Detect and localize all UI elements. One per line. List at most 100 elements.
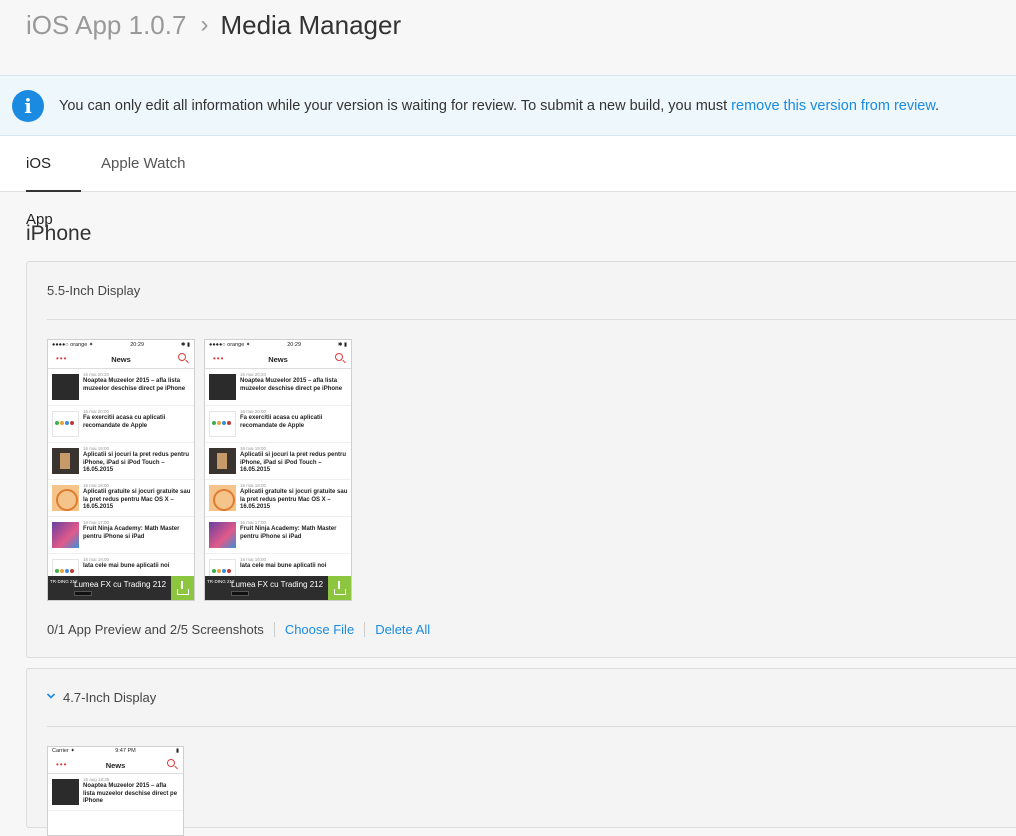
status-carrier: Carrier ✦ (52, 748, 75, 754)
download-icon (328, 576, 351, 600)
news-thumbnail (52, 779, 79, 805)
banner-suffix: . (935, 97, 940, 114)
list-item: 16 mai 19:00 Aplicatii si jocuri la pret … (48, 443, 194, 480)
news-title: Noaptea Muzeelor 2015 – afla lista muzee… (83, 783, 178, 804)
news-date: 16 aug 19:35 (83, 777, 110, 782)
panel-4-7-inch-display: 4.7-Inch Display Carrier ✦ 9:47 PM ▮ •••… (26, 668, 1016, 836)
footer-divider (364, 621, 366, 637)
news-date: 16 mai 16:00 (83, 557, 110, 562)
ad-text: Lumea FX cu Trading 212 (231, 580, 324, 589)
status-time: 20:29 (287, 341, 301, 348)
page-title: Media Manager (220, 9, 402, 40)
status-time: 20:29 (130, 341, 144, 348)
breadcrumb-parent[interactable]: iOS App 1.0.7 (26, 10, 186, 41)
news-thumbnail (52, 485, 79, 511)
info-icon: i (12, 89, 44, 122)
news-title: Fa exercitii acasa cu aplicatii recomand… (240, 415, 323, 429)
news-thumbnail (209, 448, 236, 474)
news-title: Fa exercitii acasa cu aplicatii recomand… (83, 415, 166, 429)
news-date: 16 mai 20:20 (240, 372, 267, 377)
panel-footer: 0/1 App Preview and 2/5 Screenshots Choo… (47, 620, 430, 638)
list-item: 16 mai 19:00 Aplicatii si jocuri la pret … (205, 443, 351, 480)
info-banner: i You can only edit all information whil… (0, 75, 1016, 136)
news-date: 16 mai 18:00 (83, 483, 110, 488)
search-icon (335, 353, 343, 361)
status-battery: ✱ ▮ (337, 341, 347, 348)
delete-all-button[interactable]: Delete All (375, 622, 430, 637)
news-thumbnail (52, 522, 79, 548)
chevron-down-icon[interactable] (46, 691, 56, 701)
tab-ios-app[interactable]: iOS App (26, 136, 81, 228)
news-title: Noaptea Muzeelor 2015 – afla lista muzee… (240, 378, 343, 392)
news-thumbnail (52, 448, 79, 474)
news-thumbnail (209, 485, 236, 511)
news-title: Aplicatii si jocuri la pret redus pentru… (240, 452, 347, 473)
app-navbar: ••• News (205, 349, 351, 369)
news-title: Iata cele mai bune aplicatii noi (240, 563, 327, 569)
panel-divider (47, 319, 1016, 320)
media-count: 0/1 App Preview and 2/5 Screenshots (47, 621, 264, 637)
status-time: 9:47 PM (115, 748, 136, 754)
news-title: Aplicatii si jocuri la pret redus pentru… (83, 452, 190, 473)
news-date: 16 mai 19:00 (83, 446, 110, 451)
news-date: 16 mai 20:00 (83, 409, 110, 414)
status-bar: Carrier ✦ 9:47 PM ▮ (48, 747, 183, 755)
news-title: Fruit Ninja Academy: Math Master pentru … (240, 526, 337, 540)
list-item: 16 mai 20:00 Fa exercitii acasa cu aplica… (48, 406, 194, 443)
panel-5-5-inch-display: 5.5-Inch Display ●●●●○ orange ✦ 20:29 ✱ … (26, 261, 1016, 658)
banner-text: You can only edit all information while … (59, 98, 939, 114)
search-icon (178, 353, 186, 361)
app-store-badge-icon (74, 591, 92, 596)
screenshot-thumbnail[interactable]: ●●●●○ orange ✦ 20:29 ✱ ▮ ••• News 16 mai… (47, 339, 195, 601)
news-date: 16 mai 20:00 (240, 409, 267, 414)
ad-banner: TR·DING 212 Lumea FX cu Trading 212 (48, 576, 194, 600)
app-navbar: ••• News (48, 349, 194, 369)
app-nav-title: News (111, 355, 131, 364)
news-date: 16 mai 17:00 (83, 520, 110, 525)
news-thumbnail (52, 374, 79, 400)
choose-file-button[interactable]: Choose File (285, 622, 354, 637)
news-date: 16 mai 19:00 (240, 446, 267, 451)
list-item: 16 mai 18:00 Aplicatii gratuite si jocuri… (48, 480, 194, 517)
news-title: Aplicatii gratuite si jocuri gratuite sa… (240, 489, 348, 510)
remove-from-review-link[interactable]: remove this version from review (731, 98, 935, 114)
panel-divider (47, 726, 1016, 727)
list-item: 16 aug 19:35 Noaptea Muzeelor 2015 – afl… (48, 774, 183, 811)
news-thumbnail (209, 522, 236, 548)
status-bar: ●●●●○ orange ✦ 20:29 ✱ ▮ (205, 340, 351, 349)
breadcrumb-separator-icon: › (200, 11, 209, 38)
app-nav-title: News (268, 355, 288, 364)
tab-apple-watch[interactable]: Apple Watch (101, 136, 186, 192)
list-item: 16 mai 20:20 Noaptea Muzeelor 2015 – afla… (205, 369, 351, 406)
status-carrier: ●●●●○ orange ✦ (52, 341, 94, 348)
status-bar: ●●●●○ orange ✦ 20:29 ✱ ▮ (48, 340, 194, 349)
ad-banner: TR·DING 212 Lumea FX cu Trading 212 (205, 576, 351, 600)
list-item: 16 mai 17:00 Fruit Ninja Academy: Math Ma… (48, 517, 194, 554)
news-title: Noaptea Muzeelor 2015 – afla lista muzee… (83, 378, 186, 392)
section-title-iphone: iPhone (26, 222, 92, 245)
news-thumbnail (52, 411, 79, 437)
news-title: Iata cele mai bune aplicatii noi (83, 563, 170, 569)
news-title: Fruit Ninja Academy: Math Master pentru … (83, 526, 180, 540)
panel-title[interactable]: 4.7-Inch Display (63, 690, 156, 705)
status-carrier: ●●●●○ orange ✦ (209, 341, 251, 348)
ad-text: Lumea FX cu Trading 212 (74, 580, 167, 589)
list-item: 16 mai 17:00 Fruit Ninja Academy: Math Ma… (205, 517, 351, 554)
news-date: 16 mai 18:00 (240, 483, 267, 488)
download-icon (171, 576, 194, 600)
news-thumbnail (209, 374, 236, 400)
breadcrumb: iOS App 1.0.7 › Media Manager (26, 8, 401, 42)
search-icon (167, 759, 175, 767)
screenshot-thumbnail[interactable]: ●●●●○ orange ✦ 20:29 ✱ ▮ ••• News 16 mai… (204, 339, 352, 601)
panel-title: 5.5-Inch Display (47, 283, 141, 298)
list-item: 16 mai 20:20 Noaptea Muzeelor 2015 – afla… (48, 369, 194, 406)
app-store-badge-icon (231, 591, 249, 596)
banner-message: You can only edit all information while … (59, 97, 732, 114)
news-date: 16 mai 17:00 (240, 520, 267, 525)
screenshot-thumbnail[interactable]: Carrier ✦ 9:47 PM ▮ ••• News 16 aug 19:3… (47, 746, 184, 836)
list-item: 16 mai 18:00 Aplicatii gratuite si jocuri… (205, 480, 351, 517)
app-nav-title: News (105, 761, 126, 770)
app-navbar: ••• News (48, 755, 183, 774)
news-thumbnail (209, 411, 236, 437)
list-item: 16 mai 20:00 Fa exercitii acasa cu aplica… (205, 406, 351, 443)
